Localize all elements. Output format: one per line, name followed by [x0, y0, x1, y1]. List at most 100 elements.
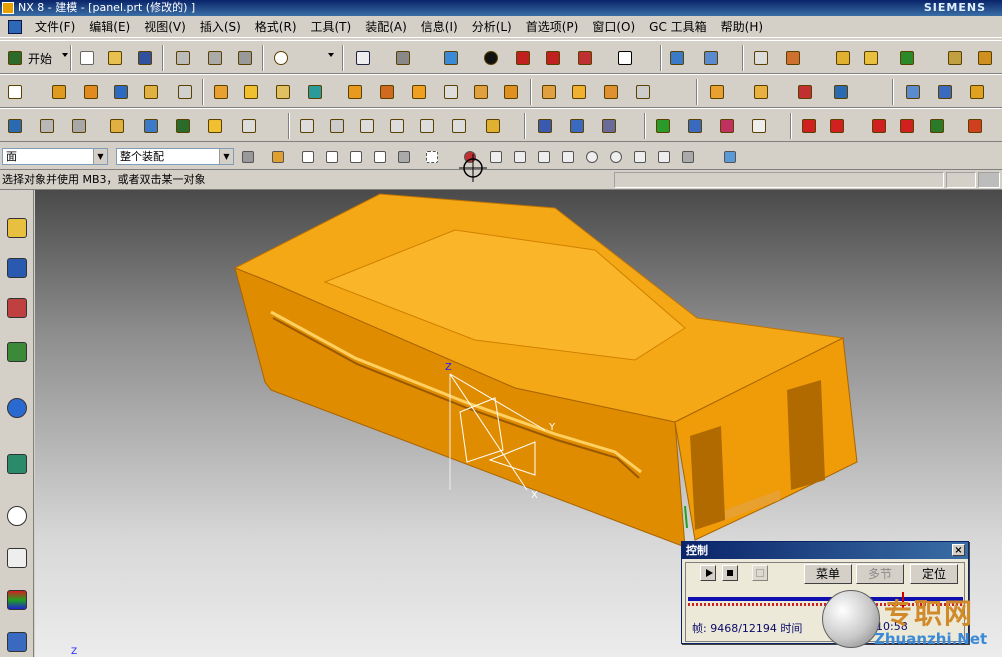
- save-icon[interactable]: [134, 47, 156, 69]
- undo-icon[interactable]: [270, 47, 292, 69]
- g2-continuity-icon[interactable]: [416, 115, 438, 137]
- chevron-down-icon[interactable]: ▼: [219, 149, 233, 164]
- through-curves-icon[interactable]: [902, 81, 924, 103]
- extract-geometry-icon[interactable]: [750, 81, 772, 103]
- type-filter-select[interactable]: 面 ▼: [2, 148, 108, 165]
- record-icon[interactable]: [926, 115, 948, 137]
- cut-icon[interactable]: [172, 47, 194, 69]
- open-folder-icon[interactable]: [104, 47, 126, 69]
- point-icon[interactable]: [304, 81, 326, 103]
- show-hide-icon[interactable]: [860, 47, 882, 69]
- menu-insert[interactable]: 插入(S): [193, 17, 248, 37]
- assembly-tree-icon[interactable]: [140, 115, 162, 137]
- measure-distance-icon[interactable]: [944, 47, 966, 69]
- motion-tools-icon[interactable]: [598, 115, 620, 137]
- chevron-down-icon[interactable]: ▼: [93, 149, 107, 164]
- start-menu-label[interactable]: 开始: [28, 50, 52, 67]
- last-frame-icon[interactable]: [896, 115, 918, 137]
- animation-settings-icon[interactable]: [964, 115, 986, 137]
- pattern-feature-icon[interactable]: [632, 81, 654, 103]
- reuse-library-icon[interactable]: [3, 338, 31, 368]
- g1-continuity-icon[interactable]: [386, 115, 408, 137]
- spreadsheet-icon[interactable]: [684, 115, 706, 137]
- pencil-icon[interactable]: [106, 115, 128, 137]
- filter-settings-icon[interactable]: [240, 149, 256, 165]
- menu-preferences[interactable]: 首选项(P): [519, 17, 586, 37]
- play-button[interactable]: [700, 565, 716, 581]
- section-cube-icon[interactable]: [574, 47, 596, 69]
- menu-edit[interactable]: 编辑(E): [82, 17, 137, 37]
- curve-rule-icon[interactable]: [300, 149, 316, 165]
- start-icon[interactable]: [4, 47, 26, 69]
- render-style-icon[interactable]: [392, 47, 414, 69]
- curvature-analysis-icon[interactable]: [326, 115, 348, 137]
- multi-step-button[interactable]: 多节: [856, 564, 904, 584]
- system-materials-icon[interactable]: [3, 544, 31, 574]
- selection-scope-select[interactable]: 整个装配 ▼: [116, 148, 234, 165]
- sketch-icon[interactable]: [4, 81, 26, 103]
- start-dropdown-icon[interactable]: [62, 53, 68, 57]
- endpoint-snap-icon[interactable]: [488, 149, 504, 165]
- pad-icon[interactable]: [210, 81, 232, 103]
- first-frame-icon[interactable]: [798, 115, 820, 137]
- menu-analysis[interactable]: 分析(L): [465, 17, 519, 37]
- boss-icon[interactable]: [140, 81, 162, 103]
- wire-cube-icon[interactable]: [542, 47, 564, 69]
- copy-icon[interactable]: [204, 47, 226, 69]
- face-blend-icon[interactable]: [568, 81, 590, 103]
- close-button[interactable]: ×: [952, 544, 965, 556]
- new-file-icon[interactable]: [76, 47, 98, 69]
- table-grid-icon[interactable]: [716, 115, 738, 137]
- stop-button[interactable]: [722, 565, 738, 581]
- wrench-icon[interactable]: [172, 115, 194, 137]
- menu-view[interactable]: 视图(V): [137, 17, 193, 37]
- sphere-shaded-icon[interactable]: [480, 47, 502, 69]
- background-color-icon[interactable]: [614, 47, 636, 69]
- shaded-cube-icon[interactable]: [440, 47, 462, 69]
- studio-surface-icon[interactable]: [934, 81, 956, 103]
- replace-face-icon[interactable]: [830, 81, 852, 103]
- sweep-icon[interactable]: [966, 81, 988, 103]
- point-on-face-snap-icon[interactable]: [680, 149, 696, 165]
- draft-icon[interactable]: [470, 81, 492, 103]
- chamfer-icon[interactable]: [538, 81, 560, 103]
- body-rule-icon[interactable]: [348, 149, 364, 165]
- rectangle-select-icon[interactable]: [424, 149, 440, 165]
- cube-yellow-icon[interactable]: [204, 115, 226, 137]
- model-stack-icon[interactable]: [68, 115, 90, 137]
- menu-information[interactable]: 信息(I): [414, 17, 465, 37]
- assembly-constraint-icon[interactable]: [700, 47, 722, 69]
- constraint-navigator-icon[interactable]: [3, 254, 31, 284]
- layer-stack-icon[interactable]: [36, 115, 58, 137]
- process-studio-icon[interactable]: [3, 450, 31, 480]
- visualization-palette-icon[interactable]: [3, 586, 31, 616]
- extrude-icon[interactable]: [48, 81, 70, 103]
- shell-icon[interactable]: [440, 81, 462, 103]
- point-on-curve-snap-icon[interactable]: [656, 149, 672, 165]
- hole-icon[interactable]: [110, 81, 132, 103]
- next-frame-icon[interactable]: [868, 115, 890, 137]
- layer-settings-icon[interactable]: [750, 47, 772, 69]
- previous-frame-icon[interactable]: [826, 115, 848, 137]
- menu-format[interactable]: 格式(R): [248, 17, 304, 37]
- intersection-snap-icon[interactable]: [560, 149, 576, 165]
- bar-graph-icon[interactable]: [482, 115, 504, 137]
- trim-body-icon[interactable]: [376, 81, 398, 103]
- edit-object-display-icon[interactable]: [832, 47, 854, 69]
- fit-all-icon[interactable]: [4, 115, 26, 137]
- face-rule-icon[interactable]: [324, 149, 340, 165]
- position-button[interactable]: 定位: [910, 564, 958, 584]
- database-icon[interactable]: [534, 115, 556, 137]
- assembly-navigator-icon[interactable]: [3, 214, 31, 244]
- revolve-icon[interactable]: [80, 81, 102, 103]
- check-mark-icon[interactable]: [652, 115, 674, 137]
- spring-icon[interactable]: [566, 115, 588, 137]
- roles-icon[interactable]: [3, 628, 31, 657]
- existing-point-snap-icon[interactable]: [632, 149, 648, 165]
- split-body-icon[interactable]: [408, 81, 430, 103]
- view-cube-icon[interactable]: [722, 149, 738, 165]
- delete-face-icon[interactable]: [794, 81, 816, 103]
- mirror-feature-icon[interactable]: [706, 81, 728, 103]
- menu-assemblies[interactable]: 装配(A): [358, 17, 414, 37]
- midpoint-snap-icon[interactable]: [512, 149, 528, 165]
